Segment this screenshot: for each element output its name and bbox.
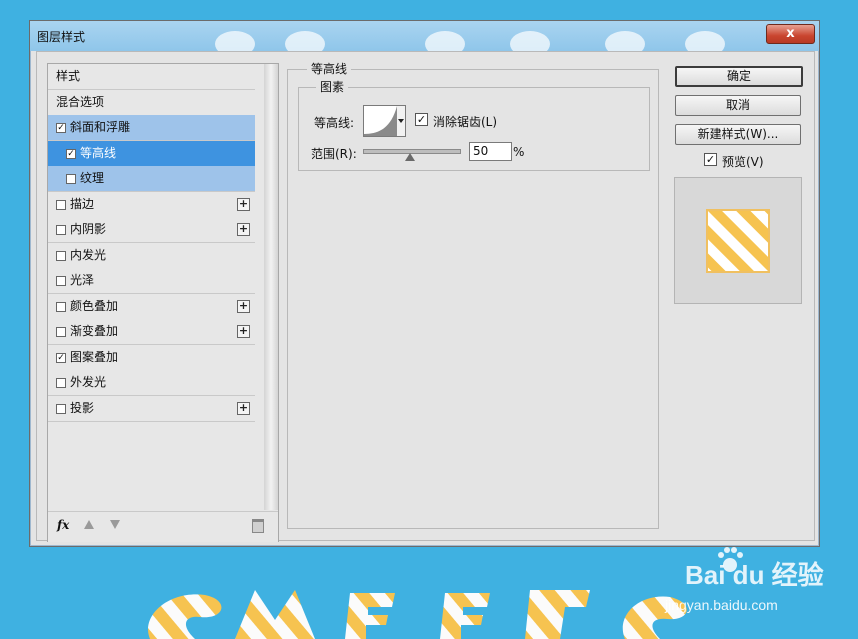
style-list: 样式混合选项 ✓ 斜面和浮雕 ✓ 等高线纹理描边 + 内阴影 + 内发光光泽颜色叠加 + 渐变叠加 +… bbox=[47, 63, 279, 542]
style-list-item-label: 斜面和浮雕 bbox=[70, 120, 131, 134]
style-list-item[interactable]: 内阴影 + bbox=[48, 217, 255, 243]
style-checkbox[interactable] bbox=[56, 378, 66, 388]
style-list-item[interactable]: 混合选项 bbox=[48, 89, 255, 116]
style-checkbox[interactable] bbox=[56, 225, 66, 235]
add-style-icon[interactable]: + bbox=[237, 401, 250, 415]
add-style-icon[interactable]: + bbox=[237, 299, 250, 313]
style-list-item-label: 投影 bbox=[70, 400, 95, 415]
style-checkbox[interactable] bbox=[56, 301, 66, 312]
ok-button[interactable]: 确定 bbox=[675, 66, 803, 87]
preview-thumbnail bbox=[706, 209, 770, 273]
style-checkbox[interactable]: ✓ bbox=[56, 352, 66, 363]
move-up-icon[interactable] bbox=[84, 520, 94, 529]
preview-label: 预览(V) bbox=[722, 155, 764, 169]
close-button[interactable]: x bbox=[766, 24, 815, 44]
style-list-item[interactable]: 颜色叠加 + bbox=[48, 293, 255, 320]
style-list-item-label: 光泽 bbox=[70, 273, 95, 287]
contour-group-title: 等高线 bbox=[307, 60, 352, 77]
title-bar[interactable]: 图层样式 x bbox=[30, 21, 819, 51]
style-list-item[interactable]: 描边 + bbox=[48, 191, 255, 218]
style-list-item-label: 图案叠加 bbox=[70, 349, 119, 364]
list-scrollbar[interactable] bbox=[264, 64, 278, 510]
style-list-item-label: 内阴影 bbox=[70, 222, 107, 236]
style-list-item[interactable]: ✓ 斜面和浮雕 bbox=[48, 115, 255, 141]
style-list-item[interactable]: 外发光 bbox=[48, 370, 255, 396]
fx-button[interactable]: fx bbox=[57, 518, 69, 532]
trash-icon[interactable] bbox=[252, 519, 264, 533]
elements-group-title: 图素 bbox=[316, 78, 349, 95]
style-list-item-label: 混合选项 bbox=[56, 94, 105, 109]
close-icon: x bbox=[786, 26, 795, 41]
style-list-item[interactable]: 内发光 bbox=[48, 242, 255, 269]
style-checkbox[interactable]: ✓ bbox=[56, 123, 66, 133]
style-list-item[interactable]: 光泽 bbox=[48, 268, 255, 294]
baidu-watermark: Bai du 经验 jingyan.baidu.com bbox=[655, 545, 855, 625]
style-list-item[interactable]: 样式 bbox=[48, 64, 255, 90]
contour-dropdown-button[interactable] bbox=[397, 105, 406, 137]
add-style-icon[interactable]: + bbox=[237, 223, 250, 236]
range-slider-thumb[interactable] bbox=[405, 153, 415, 161]
layer-style-dialog: 图层样式 x 样式混合选项 ✓ 斜面和浮雕 ✓ 等高线纹理描边 + 内阴影 + 内发光光泽颜色叠… bbox=[29, 20, 820, 547]
watermark-brand: Bai du 经验 bbox=[685, 560, 824, 590]
style-checkbox[interactable]: ✓ bbox=[66, 148, 76, 159]
range-unit: % bbox=[513, 145, 525, 159]
add-style-icon[interactable]: + bbox=[237, 325, 250, 338]
contour-picker[interactable] bbox=[363, 105, 398, 137]
range-label: 范围(R): bbox=[311, 147, 357, 161]
style-list-item[interactable]: ✓ 图案叠加 bbox=[48, 344, 255, 371]
move-down-icon[interactable] bbox=[110, 520, 120, 529]
anti-alias-label: 消除锯齿(L) bbox=[433, 115, 498, 129]
style-checkbox[interactable] bbox=[56, 327, 66, 337]
contour-curve-icon bbox=[364, 106, 397, 136]
style-list-item[interactable]: 渐变叠加 + bbox=[48, 319, 255, 345]
style-list-item-label: 渐变叠加 bbox=[70, 324, 119, 338]
list-footer: fx bbox=[48, 511, 278, 542]
contour-label: 等高线: bbox=[314, 116, 355, 130]
preview-checkbox[interactable]: ✓ bbox=[704, 153, 717, 166]
add-style-icon[interactable]: + bbox=[237, 197, 250, 211]
style-checkbox[interactable] bbox=[66, 174, 76, 184]
style-list-item[interactable]: ✓ 等高线 bbox=[48, 140, 255, 167]
style-checkbox[interactable] bbox=[56, 250, 66, 261]
style-preview bbox=[674, 177, 802, 304]
dialog-title: 图层样式 bbox=[37, 30, 86, 44]
range-input[interactable]: 50 bbox=[469, 142, 512, 161]
cancel-button[interactable]: 取消 bbox=[675, 95, 801, 116]
style-checkbox[interactable] bbox=[56, 199, 66, 210]
style-list-item[interactable]: 投影 + bbox=[48, 395, 255, 422]
anti-alias-checkbox[interactable]: ✓ bbox=[415, 113, 428, 126]
style-list-item-label: 内发光 bbox=[70, 247, 107, 262]
watermark-url: jingyan.baidu.com bbox=[665, 597, 778, 613]
dialog-body: 样式混合选项 ✓ 斜面和浮雕 ✓ 等高线纹理描边 + 内阴影 + 内发光光泽颜色叠加 + 渐变叠加 +… bbox=[36, 51, 815, 542]
style-checkbox[interactable] bbox=[56, 276, 66, 286]
style-list-item-label: 样式 bbox=[56, 69, 81, 83]
style-list-item-label: 等高线 bbox=[80, 145, 117, 160]
style-checkbox[interactable] bbox=[56, 403, 66, 414]
new-style-button[interactable]: 新建样式(W)... bbox=[675, 124, 801, 145]
style-list-item-label: 描边 bbox=[70, 196, 95, 211]
style-list-item-label: 纹理 bbox=[80, 171, 105, 185]
style-list-item[interactable]: 纹理 bbox=[48, 166, 255, 192]
style-list-item-label: 颜色叠加 bbox=[70, 298, 119, 313]
style-list-item-label: 外发光 bbox=[70, 375, 107, 389]
